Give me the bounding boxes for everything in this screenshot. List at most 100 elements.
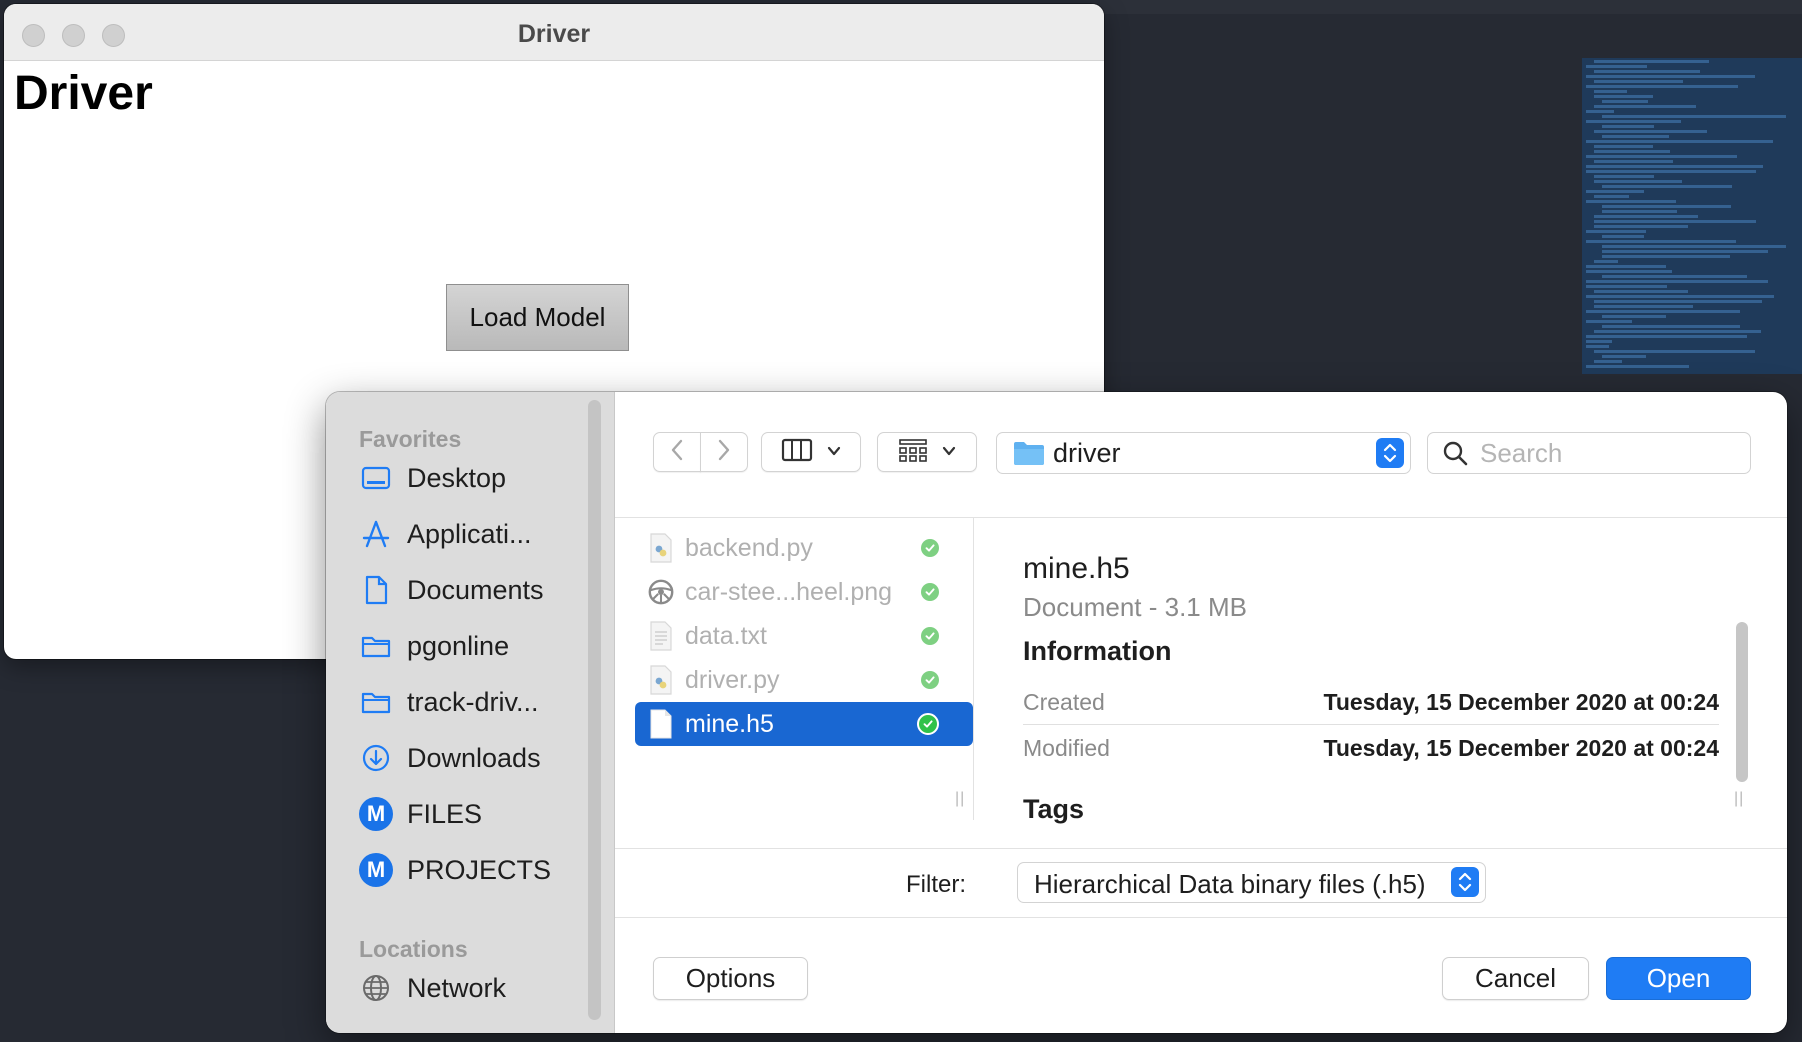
minimap-line bbox=[1586, 285, 1667, 288]
group-by-button[interactable] bbox=[877, 432, 977, 472]
load-model-button[interactable]: Load Model bbox=[446, 284, 629, 351]
sidebar-item-label: Desktop bbox=[407, 462, 507, 493]
dialog-sidebar: Favorites Desktop Applicati... Documents… bbox=[326, 392, 615, 1033]
search-input[interactable] bbox=[1478, 436, 1732, 470]
column-view-icon bbox=[781, 438, 813, 467]
search-field[interactable] bbox=[1427, 432, 1751, 474]
minimap-line bbox=[1594, 195, 1629, 198]
updown-chevron-icon bbox=[1451, 867, 1479, 897]
sidebar-item-label: FILES bbox=[407, 798, 483, 829]
file-row-car-steering-wheel-png[interactable]: car-stee...heel.png bbox=[635, 570, 973, 614]
column-view-button[interactable] bbox=[761, 432, 861, 472]
minimap-line bbox=[1594, 160, 1673, 163]
cancel-button[interactable]: Cancel bbox=[1442, 957, 1589, 1000]
minimap-line bbox=[1594, 225, 1688, 228]
filter-label: Filter: bbox=[906, 871, 966, 898]
sidebar-item-pgonline[interactable]: pgonline bbox=[359, 624, 579, 668]
minimap-line bbox=[1586, 170, 1756, 173]
minimap-line bbox=[1602, 125, 1654, 128]
minimap-line bbox=[1586, 310, 1740, 313]
folder-icon bbox=[359, 685, 393, 719]
path-label: driver bbox=[1053, 437, 1121, 468]
sync-check-icon bbox=[921, 627, 939, 645]
minimap-line bbox=[1586, 165, 1763, 168]
preview-scrollbar[interactable] bbox=[1736, 622, 1748, 782]
created-label: Created bbox=[1023, 688, 1105, 715]
downloads-icon bbox=[359, 741, 393, 775]
sidebar-scrollbar[interactable] bbox=[588, 400, 601, 1020]
forward-button[interactable] bbox=[700, 432, 748, 472]
chevron-down-icon bbox=[942, 443, 956, 461]
minimap-line bbox=[1602, 235, 1644, 238]
sidebar-item-documents[interactable]: Documents bbox=[359, 568, 579, 612]
column-resize-handle[interactable]: || bbox=[955, 790, 965, 808]
minimap-line bbox=[1586, 340, 1612, 343]
open-button[interactable]: Open bbox=[1606, 957, 1751, 1000]
preview-tags-heading: Tags bbox=[1023, 794, 1085, 824]
minimap-line bbox=[1586, 120, 1681, 123]
sidebar-item-label: pgonline bbox=[407, 630, 510, 661]
back-button[interactable] bbox=[653, 432, 701, 472]
chevron-right-icon bbox=[717, 438, 731, 467]
preview-file-kind: Document - 3.1 MB bbox=[1023, 592, 1247, 622]
minimap-line bbox=[1586, 200, 1676, 203]
minimap-line bbox=[1594, 350, 1755, 353]
grid-icon bbox=[898, 437, 928, 468]
desktop-icon bbox=[359, 461, 393, 495]
filter-value: Hierarchical Data binary files (.h5) bbox=[1034, 869, 1426, 899]
minimap-line bbox=[1586, 320, 1632, 323]
preview-created-row: Created Tuesday, 15 December 2020 at 00:… bbox=[1023, 680, 1719, 725]
minimap-line bbox=[1586, 110, 1614, 113]
minimap-line bbox=[1594, 260, 1618, 263]
sidebar-item-files[interactable]: M FILES bbox=[359, 792, 579, 836]
options-button[interactable]: Options bbox=[653, 957, 808, 1000]
python-file-icon bbox=[647, 664, 675, 696]
file-row-driver-py[interactable]: driver.py bbox=[635, 658, 973, 702]
minimap-line bbox=[1602, 210, 1677, 213]
minimap-line bbox=[1594, 290, 1688, 293]
search-icon bbox=[1442, 440, 1468, 466]
minimap-line bbox=[1602, 315, 1666, 318]
minimap-line bbox=[1594, 175, 1654, 178]
path-dropdown[interactable]: driver bbox=[996, 432, 1411, 474]
minimap-line bbox=[1586, 155, 1737, 158]
sidebar-item-desktop[interactable]: Desktop bbox=[359, 456, 579, 500]
sidebar-item-track-driver[interactable]: track-driv... bbox=[359, 680, 579, 724]
sidebar-item-label: Downloads bbox=[407, 742, 541, 773]
sidebar-item-downloads[interactable]: Downloads bbox=[359, 736, 579, 780]
file-row-mine-h5[interactable]: mine.h5 bbox=[635, 702, 973, 746]
sidebar-item-projects[interactable]: M PROJECTS bbox=[359, 848, 579, 892]
minimap-line bbox=[1602, 325, 1740, 328]
modified-value: Tuesday, 15 December 2020 at 00:24 bbox=[1323, 734, 1720, 761]
folder-icon bbox=[359, 629, 393, 663]
sidebar-item-applications[interactable]: Applicati... bbox=[359, 512, 579, 556]
document-icon bbox=[359, 573, 393, 607]
sidebar-item-label: PROJECTS bbox=[407, 854, 552, 885]
text-file-icon bbox=[647, 620, 675, 652]
minimap-line bbox=[1594, 300, 1762, 303]
minimap-line bbox=[1586, 65, 1647, 68]
background-editor-minimap bbox=[1582, 58, 1802, 374]
preview-modified-row: Modified Tuesday, 15 December 2020 at 00… bbox=[1023, 726, 1719, 770]
file-row-data-txt[interactable]: data.txt bbox=[635, 614, 973, 658]
minimap-line bbox=[1586, 280, 1768, 283]
sidebar-item-label: track-driv... bbox=[407, 686, 539, 717]
minimap-line bbox=[1602, 275, 1747, 278]
column-resize-handle[interactable]: || bbox=[1734, 790, 1744, 808]
minimap-line bbox=[1602, 355, 1646, 358]
chevron-left-icon bbox=[670, 438, 684, 467]
minimap-line bbox=[1586, 190, 1644, 193]
steering-wheel-icon bbox=[647, 576, 675, 608]
minimap-line bbox=[1594, 90, 1627, 93]
filter-dropdown[interactable]: Hierarchical Data binary files (.h5) bbox=[1017, 862, 1486, 903]
minimap-line bbox=[1586, 140, 1773, 143]
minimap-line bbox=[1586, 85, 1738, 88]
modified-label: Modified bbox=[1023, 734, 1110, 761]
window-title: Driver bbox=[517, 20, 591, 48]
file-row-backend-py[interactable]: backend.py bbox=[635, 526, 973, 570]
minimap-line bbox=[1594, 70, 1700, 73]
created-value: Tuesday, 15 December 2020 at 00:24 bbox=[1323, 688, 1720, 715]
updown-chevron-icon bbox=[1376, 438, 1404, 468]
sync-check-icon bbox=[917, 713, 939, 735]
sidebar-item-network[interactable]: Network bbox=[359, 966, 579, 1010]
